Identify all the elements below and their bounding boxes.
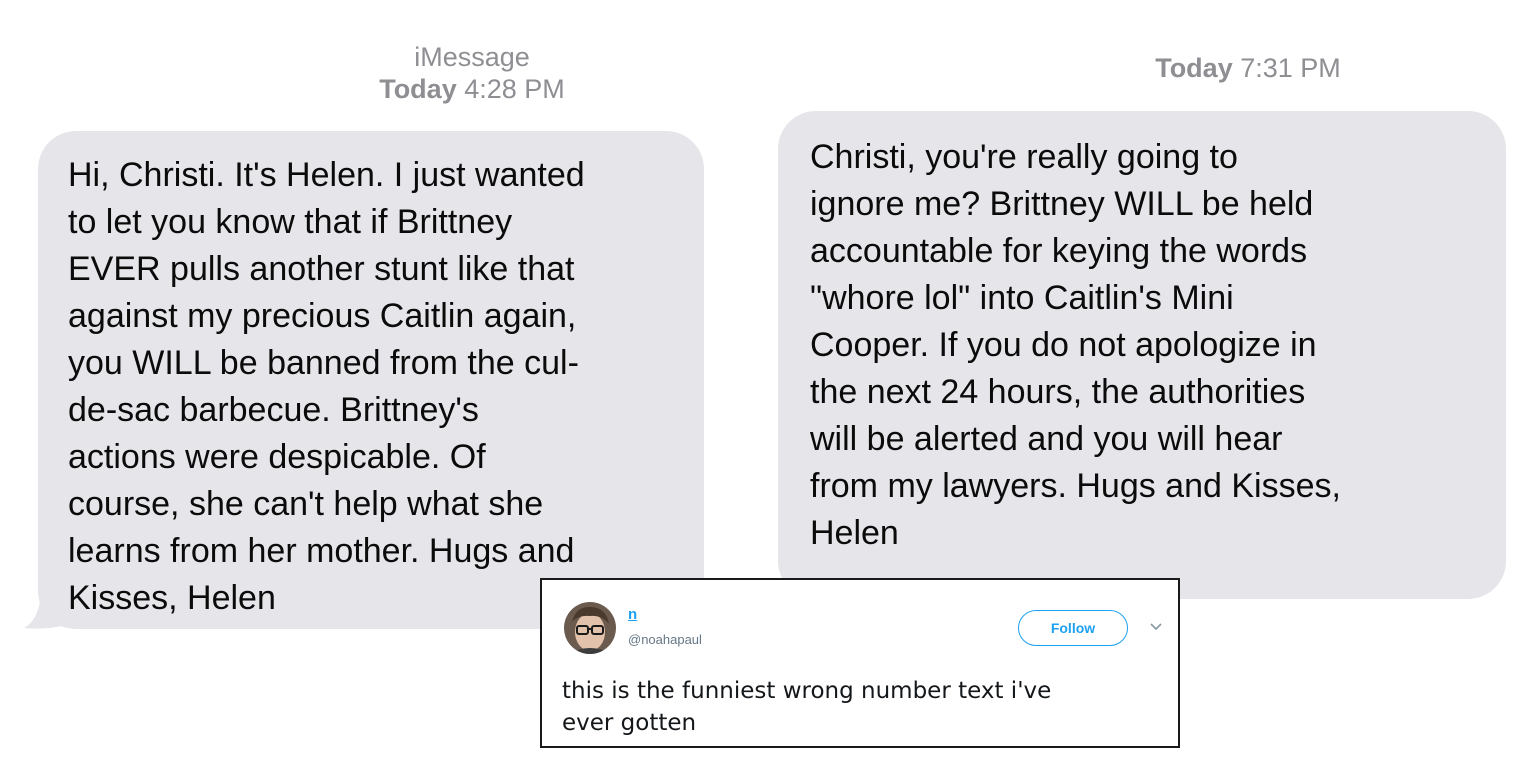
screenshot-canvas: iMessage Today 4:28 PM Today 7:31 PM Hi,… — [0, 0, 1536, 768]
message-line: you WILL be banned from the cul- — [68, 344, 579, 382]
message-line: against my precious Caitlin again, — [68, 297, 577, 335]
message-line: Cooper. If you do not apologize in — [810, 326, 1317, 364]
message-line: learns from her mother. Hugs and — [68, 532, 575, 570]
message-line: "whore lol" into Caitlin's Mini — [810, 279, 1234, 317]
service-label: iMessage — [414, 42, 530, 72]
message-line: Christi, you're really going to — [810, 138, 1238, 176]
tweet-text: this is the funniest wrong number text i… — [562, 675, 1162, 739]
message-line: actions were despicable. Of — [68, 438, 486, 476]
tweet-line: this is the funniest wrong number text i… — [562, 678, 1052, 704]
left-message-header: iMessage Today 4:28 PM — [322, 41, 622, 105]
tweet-card: n @noahapaul Follow this is the funniest… — [540, 578, 1180, 748]
avatar[interactable] — [564, 602, 616, 654]
message-line: accountable for keying the words — [810, 232, 1308, 270]
follow-button[interactable]: Follow — [1018, 610, 1128, 646]
avatar-photo — [564, 602, 616, 654]
message-line: from my lawyers. Hugs and Kisses, — [810, 467, 1341, 505]
message-line: to let you know that if Brittney — [68, 203, 513, 241]
left-timestamp-day: Today — [379, 74, 457, 104]
right-message-header: Today 7:31 PM — [1098, 52, 1398, 84]
display-name[interactable]: n — [628, 606, 637, 623]
message-line: ignore me? Brittney WILL be held — [810, 185, 1314, 223]
message-line: Helen — [810, 514, 899, 552]
left-timestamp: Today 4:28 PM — [322, 73, 622, 105]
left-timestamp-time: 4:28 PM — [464, 74, 565, 104]
right-timestamp-time: 7:31 PM — [1240, 53, 1341, 83]
message-line: the next 24 hours, the authorities — [810, 373, 1306, 411]
message-line: course, she can't help what she — [68, 485, 544, 523]
right-message-bubble[interactable]: Christi, you're really going to ignore m… — [778, 111, 1506, 599]
message-line: Hi, Christi. It's Helen. I just wanted — [68, 156, 585, 194]
right-timestamp-day: Today — [1155, 53, 1233, 83]
chevron-down-icon[interactable] — [1148, 618, 1164, 634]
message-line: EVER pulls another stunt like that — [68, 250, 575, 288]
user-handle[interactable]: @noahapaul — [628, 632, 702, 647]
message-line: will be alerted and you will hear — [810, 420, 1283, 458]
left-message-bubble[interactable]: Hi, Christi. It's Helen. I just wanted t… — [38, 131, 704, 629]
tweet-line: ever gotten — [562, 710, 697, 736]
message-line: de-sac barbecue. Brittney's — [68, 391, 479, 429]
